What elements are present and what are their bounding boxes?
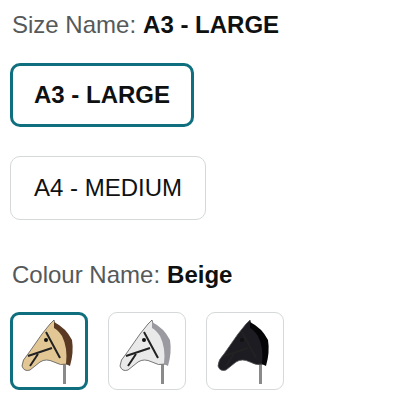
size-option[interactable]: A4 - MEDIUM [10,156,206,220]
colour-label: Colour Name: [12,259,160,291]
colour-swatch[interactable] [10,312,88,390]
variation-picker: Size Name: A3 - LARGE A3 - LARGE A4 - MED… [0,0,415,390]
colour-swatch[interactable] [108,312,186,390]
colour-value: Beige [167,259,232,291]
horse-head-icon [212,318,278,384]
size-label: Size Name: [12,9,136,41]
size-value: A3 - LARGE [143,9,279,41]
colour-heading: Colour Name: Beige [12,259,232,291]
colour-swatch[interactable] [206,312,284,390]
colour-swatches [10,312,284,390]
size-options: A3 - LARGE A4 - MEDIUM [10,63,206,220]
horse-head-icon [114,318,180,384]
size-option[interactable]: A3 - LARGE [10,63,194,127]
size-heading: Size Name: A3 - LARGE [12,9,279,41]
horse-head-icon [16,318,82,384]
